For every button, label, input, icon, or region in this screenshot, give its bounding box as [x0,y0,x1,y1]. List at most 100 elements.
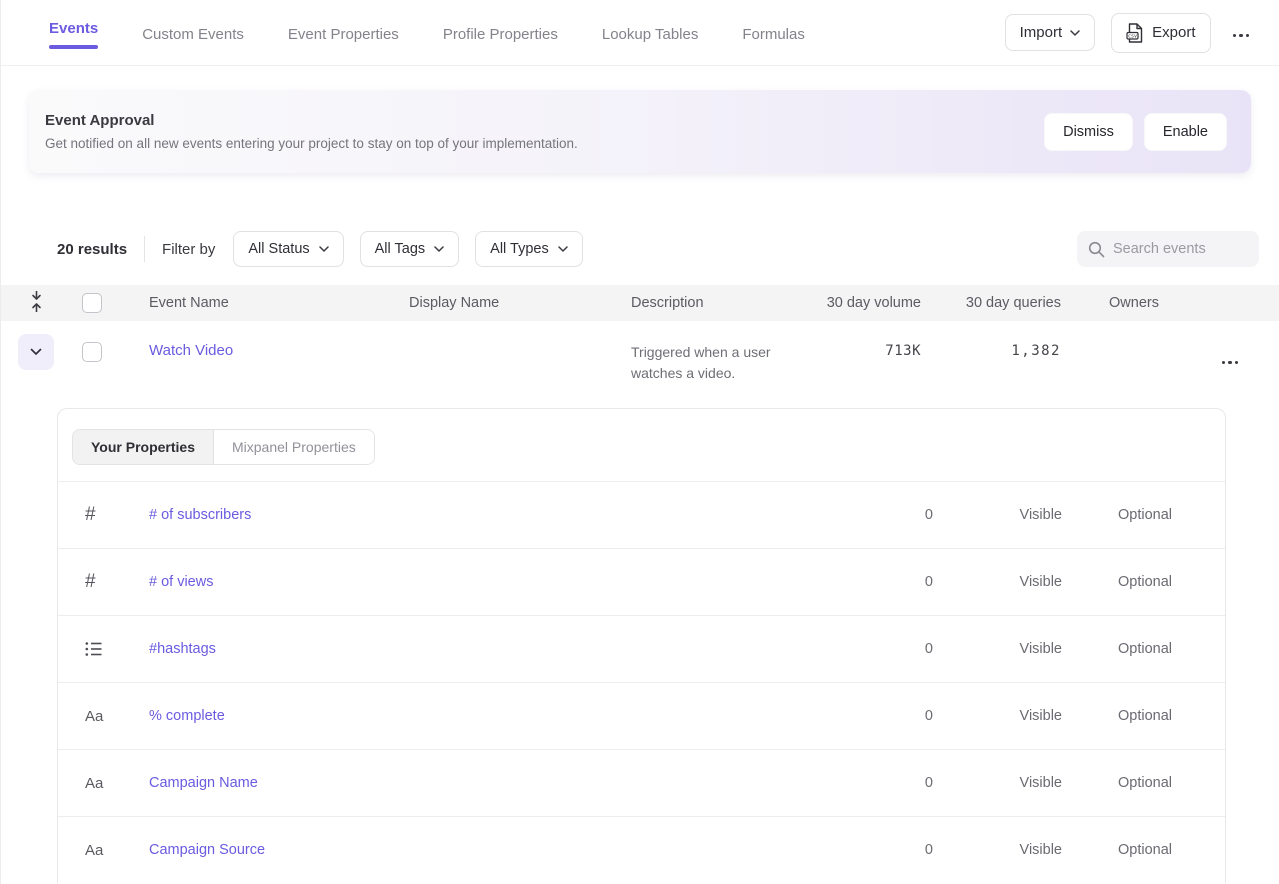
property-link[interactable]: # of subscribers [149,507,873,523]
property-visibility[interactable]: Visible [933,842,1062,858]
types-filter-label: All Types [490,241,549,257]
property-volume: 0 [873,641,933,657]
property-status[interactable]: Optional [1062,775,1172,791]
property-status[interactable]: Optional [1062,708,1172,724]
chevron-down-icon [434,246,444,252]
tab-event-properties[interactable]: Event Properties [288,22,399,43]
property-volume: 0 [873,842,933,858]
property-link[interactable]: % complete [149,708,873,724]
header-30-day-volume[interactable]: 30 day volume [801,295,921,311]
list-icon [58,641,149,657]
event-row: Watch Video Triggered when a user watche… [1,321,1279,408]
collapse-row-button[interactable] [18,334,54,370]
chevron-down-icon [319,246,329,252]
banner-text: Event Approval Get notified on all new e… [45,112,578,151]
event-queries: 1,382 [921,321,1061,359]
results-count: 20 results [57,241,127,258]
import-label: Import [1020,24,1063,41]
tab-custom-events[interactable]: Custom Events [142,22,244,43]
collapse-all-button[interactable] [28,288,45,318]
export-label: Export [1152,24,1195,41]
tab-lookup-tables[interactable]: Lookup Tables [602,22,698,43]
tags-filter-dropdown[interactable]: All Tags [360,231,460,267]
property-row[interactable]: # # of subscribers 0 Visible Optional [58,482,1225,549]
property-volume: 0 [873,507,933,523]
event-properties-panel: Your Properties Mixpanel Properties # # … [57,408,1226,883]
filter-by-label: Filter by [162,241,215,258]
banner-actions: Dismiss Enable [1044,113,1227,151]
nav-actions: Import csv Export [1005,13,1255,53]
filter-bar: 20 results Filter by All Status All Tags… [1,231,1279,267]
search-box [1077,231,1259,267]
property-status[interactable]: Optional [1062,574,1172,590]
number-icon: # [58,571,149,593]
filter-dropdowns: All Status All Tags All Types [233,231,582,267]
event-description: Triggered when a user watches a video. [631,342,793,384]
search-icon [1088,241,1105,258]
top-nav: Events Custom Events Event Properties Pr… [1,0,1279,66]
header-display-name[interactable]: Display Name [389,295,611,311]
chevron-down-icon [1070,30,1080,36]
tab-mixpanel-properties[interactable]: Mixpanel Properties [214,430,374,464]
property-row[interactable]: Aa % complete 0 Visible Optional [58,683,1225,750]
property-link[interactable]: #hashtags [149,641,873,657]
collapse-all-icon [30,290,43,313]
header-description[interactable]: Description [611,295,801,311]
divider [144,236,145,262]
header-event-name[interactable]: Event Name [119,295,389,311]
property-status[interactable]: Optional [1062,507,1172,523]
import-button[interactable]: Import [1005,14,1096,51]
property-visibility[interactable]: Visible [933,574,1062,590]
svg-text:csv: csv [1128,33,1137,39]
banner-title: Event Approval [45,112,578,129]
property-visibility[interactable]: Visible [933,507,1062,523]
nav-tabs: Events Custom Events Event Properties Pr… [49,16,805,49]
enable-button[interactable]: Enable [1144,113,1227,151]
status-filter-label: All Status [248,241,309,257]
property-link[interactable]: # of views [149,574,873,590]
select-all-checkbox[interactable] [82,293,102,313]
event-approval-banner: Event Approval Get notified on all new e… [29,90,1251,173]
row-checkbox[interactable] [82,342,102,362]
property-link[interactable]: Campaign Name [149,775,873,791]
types-filter-dropdown[interactable]: All Types [475,231,583,267]
property-visibility[interactable]: Visible [933,641,1062,657]
ellipsis-icon [1222,361,1239,365]
tab-formulas[interactable]: Formulas [742,22,805,43]
lexicon-page: Events Custom Events Event Properties Pr… [0,0,1279,884]
tab-your-properties[interactable]: Your Properties [73,430,214,464]
property-row[interactable]: Aa Campaign Name 0 Visible Optional [58,750,1225,817]
property-status[interactable]: Optional [1062,842,1172,858]
property-visibility[interactable]: Visible [933,708,1062,724]
property-visibility[interactable]: Visible [933,775,1062,791]
property-volume: 0 [873,574,933,590]
csv-file-icon: csv [1126,23,1144,43]
dismiss-button[interactable]: Dismiss [1044,113,1133,151]
tags-filter-label: All Tags [375,241,426,257]
header-owners[interactable]: Owners [1061,295,1181,311]
number-icon: # [58,504,149,526]
tab-profile-properties[interactable]: Profile Properties [443,22,558,43]
event-name-link[interactable]: Watch Video [149,342,233,359]
ellipsis-icon [1233,34,1250,38]
header-30-day-queries[interactable]: 30 day queries [921,295,1061,311]
property-link[interactable]: Campaign Source [149,842,873,858]
export-button[interactable]: csv Export [1111,13,1210,53]
property-row[interactable]: Aa Campaign Source 0 Visible Optional [58,817,1225,883]
events-table-header: Event Name Display Name Description 30 d… [1,285,1279,321]
property-row[interactable]: #hashtags 0 Visible Optional [58,616,1225,683]
property-volume: 0 [873,775,933,791]
property-row[interactable]: # # of views 0 Visible Optional [58,549,1225,616]
chevron-down-icon [30,348,42,356]
event-volume: 713K [801,321,921,359]
text-icon: Aa [58,842,149,859]
row-actions-button[interactable] [1216,346,1245,373]
property-status[interactable]: Optional [1062,641,1172,657]
more-options-button[interactable] [1227,19,1256,46]
tab-events[interactable]: Events [49,16,98,49]
property-volume: 0 [873,708,933,724]
banner-subtitle: Get notified on all new events entering … [45,136,578,151]
text-icon: Aa [58,775,149,792]
status-filter-dropdown[interactable]: All Status [233,231,343,267]
text-icon: Aa [58,708,149,725]
